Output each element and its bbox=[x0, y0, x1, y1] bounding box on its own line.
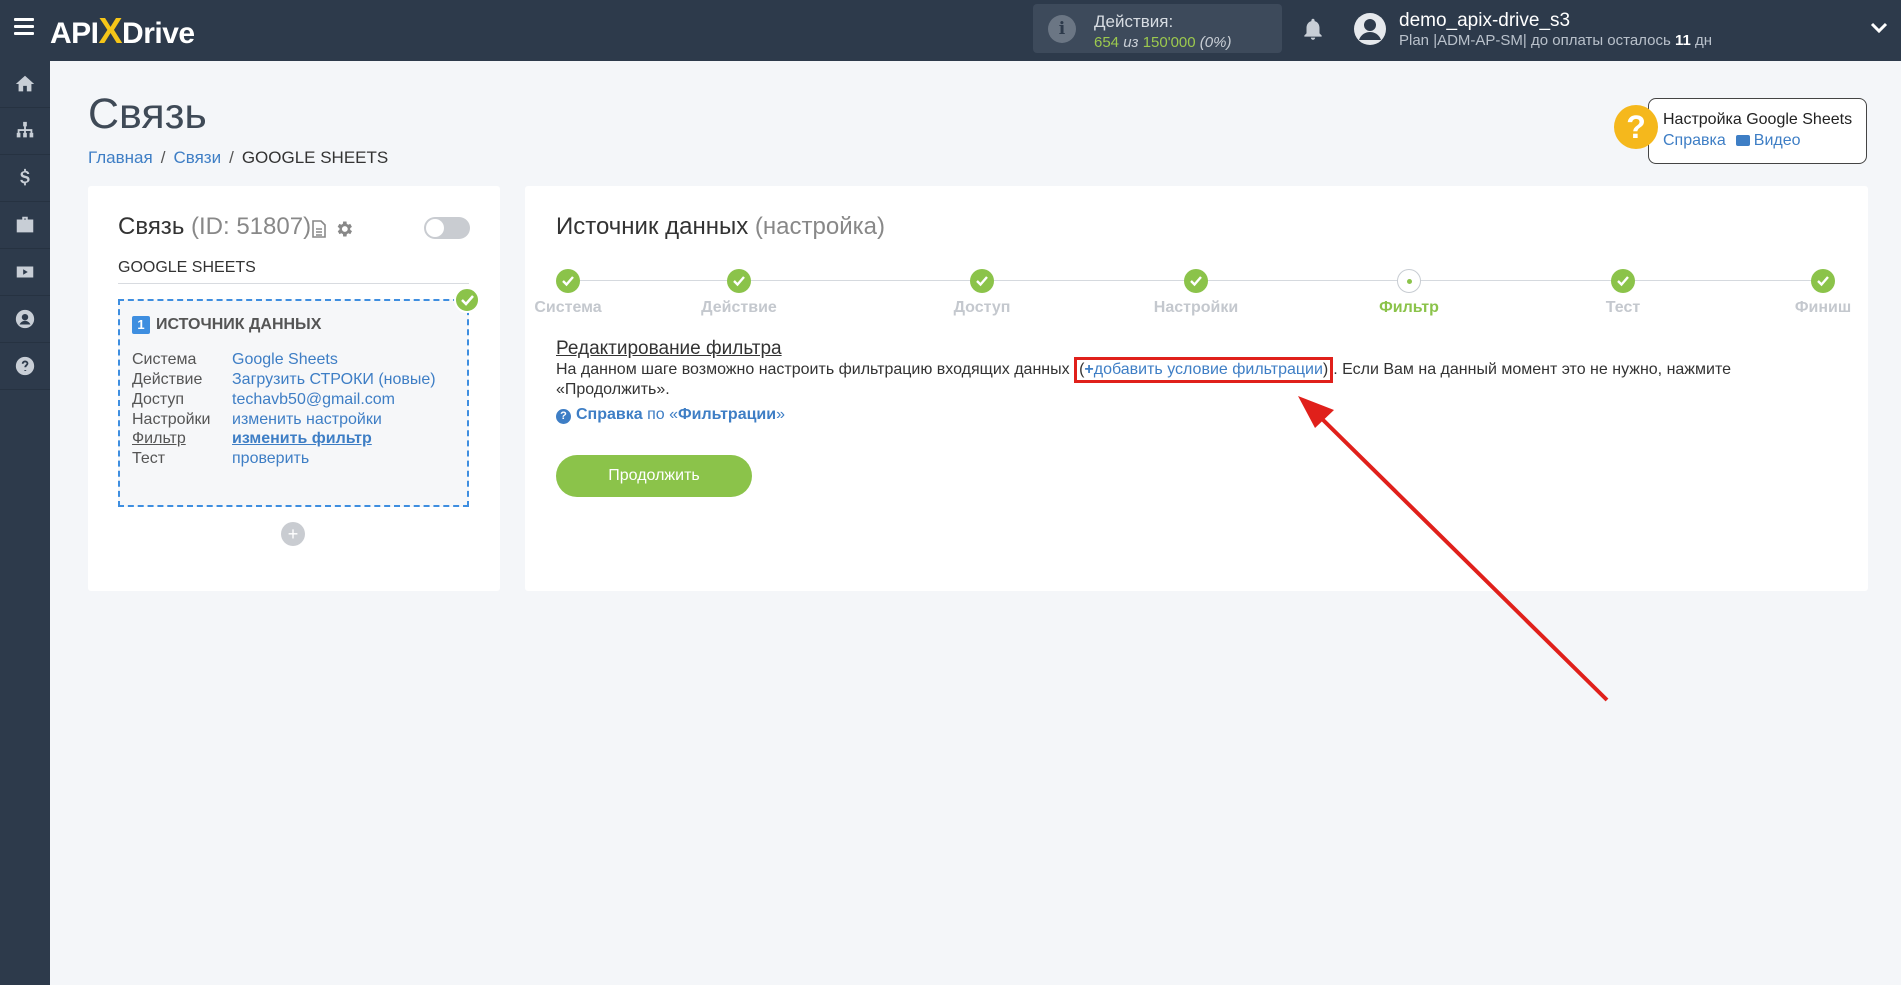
breadcrumb-current: GOOGLE SHEETS bbox=[241, 148, 389, 167]
connection-toggle[interactable] bbox=[424, 217, 470, 239]
source-title: Источник данных (настройка) bbox=[556, 213, 885, 240]
connection-title: Связь (ID: 51807) bbox=[118, 213, 312, 240]
sidebar bbox=[0, 61, 50, 985]
step-finish[interactable]: Финиш bbox=[1753, 269, 1893, 317]
check-icon bbox=[1184, 269, 1208, 293]
briefcase-icon[interactable] bbox=[0, 202, 50, 249]
check-icon bbox=[1811, 269, 1835, 293]
access-link[interactable]: techavb50@gmail.com bbox=[232, 391, 395, 409]
step-filter[interactable]: Фильтр bbox=[1339, 269, 1479, 317]
current-step-icon bbox=[1397, 269, 1421, 293]
filter-link[interactable]: изменить фильтр bbox=[232, 430, 372, 448]
user-avatar-icon[interactable] bbox=[1353, 12, 1387, 46]
step-settings[interactable]: Настройки bbox=[1126, 269, 1266, 317]
settings-link[interactable]: изменить настройки bbox=[232, 411, 382, 429]
breadcrumb-home[interactable]: Главная bbox=[88, 148, 153, 167]
data-source-block[interactable]: 1 ИСТОЧНИК ДАННЫХ Система Google Sheets Де… bbox=[118, 299, 469, 507]
bell-icon[interactable] bbox=[1300, 16, 1326, 42]
document-icon[interactable] bbox=[312, 220, 326, 238]
question-circle-icon: ? bbox=[556, 409, 571, 424]
help-box: Настройка Google Sheets Справка Видео bbox=[1648, 98, 1867, 164]
connection-system-name: GOOGLE SHEETS bbox=[118, 259, 469, 284]
question-icon: ? bbox=[1614, 105, 1658, 149]
plus-icon: + bbox=[1084, 361, 1094, 378]
actions-value: 654 из 150'000 (0%) bbox=[1094, 34, 1232, 51]
add-condition-highlight: (+добавить условие фильтрации) bbox=[1074, 357, 1334, 383]
help-box-title: Настройка Google Sheets bbox=[1663, 111, 1853, 128]
system-link[interactable]: Google Sheets bbox=[232, 351, 338, 369]
apix-drive-logo[interactable]: APIXDrive bbox=[50, 10, 195, 52]
home-icon[interactable] bbox=[0, 61, 50, 108]
add-step-button[interactable]: + bbox=[281, 522, 305, 546]
dollar-icon[interactable] bbox=[0, 155, 50, 202]
filter-help-link[interactable]: ? Справка по «Фильтрации» bbox=[556, 406, 785, 424]
info-icon: i bbox=[1048, 15, 1076, 43]
source-settings-card: Источник данных (настройка) Система Дейс… bbox=[525, 186, 1868, 591]
continue-button[interactable]: Продолжить bbox=[556, 455, 752, 497]
check-icon bbox=[970, 269, 994, 293]
actions-counter[interactable]: i Действия: 654 из 150'000 (0%) bbox=[1033, 4, 1282, 53]
action-link[interactable]: Загрузить СТРОКИ (новые) bbox=[232, 371, 436, 389]
add-filter-condition-link[interactable]: добавить условие фильтрации bbox=[1094, 361, 1323, 378]
video-camera-icon bbox=[1735, 135, 1750, 146]
plan-info: Plan |ADM-AP-SM| до оплаты осталось 11 д… bbox=[1399, 32, 1713, 49]
step-system[interactable]: Система bbox=[498, 269, 638, 317]
user-name[interactable]: demo_apix-drive_s3 bbox=[1399, 10, 1570, 32]
check-icon bbox=[556, 269, 580, 293]
step-action[interactable]: Действие bbox=[669, 269, 809, 317]
video-link[interactable]: Видео bbox=[1735, 132, 1801, 149]
check-icon bbox=[727, 269, 751, 293]
youtube-icon[interactable] bbox=[0, 249, 50, 296]
help-icon[interactable] bbox=[0, 343, 50, 390]
filter-edit-title: Редактирование фильтра bbox=[556, 338, 782, 359]
breadcrumb: Главная / Связи / GOOGLE SHEETS bbox=[88, 148, 389, 167]
step-access[interactable]: Доступ bbox=[912, 269, 1052, 317]
check-icon bbox=[1611, 269, 1635, 293]
test-link[interactable]: проверить bbox=[232, 450, 309, 468]
connection-card: Связь (ID: 51807) GOOGLE SHEETS 1 ИСТОЧНИ… bbox=[88, 186, 500, 591]
step-test[interactable]: Тест bbox=[1553, 269, 1693, 317]
breadcrumb-connections[interactable]: Связи bbox=[173, 148, 221, 167]
gear-icon[interactable] bbox=[334, 219, 354, 239]
filter-description: На данном шаге возможно настроить фильтр… bbox=[556, 357, 1846, 400]
sitemap-icon[interactable] bbox=[0, 108, 50, 155]
help-link[interactable]: Справка bbox=[1663, 132, 1726, 149]
menu-icon[interactable] bbox=[14, 18, 34, 36]
source-complete-check-icon bbox=[454, 287, 480, 313]
chevron-down-icon[interactable] bbox=[1870, 22, 1888, 34]
page-title: Связь bbox=[88, 90, 207, 138]
user-icon[interactable] bbox=[0, 296, 50, 343]
actions-label: Действия: bbox=[1094, 12, 1174, 31]
source-heading: 1 ИСТОЧНИК ДАННЫХ bbox=[132, 316, 321, 334]
top-bar: APIXDrive i Действия: 654 из 150'000 (0%… bbox=[0, 0, 1901, 61]
